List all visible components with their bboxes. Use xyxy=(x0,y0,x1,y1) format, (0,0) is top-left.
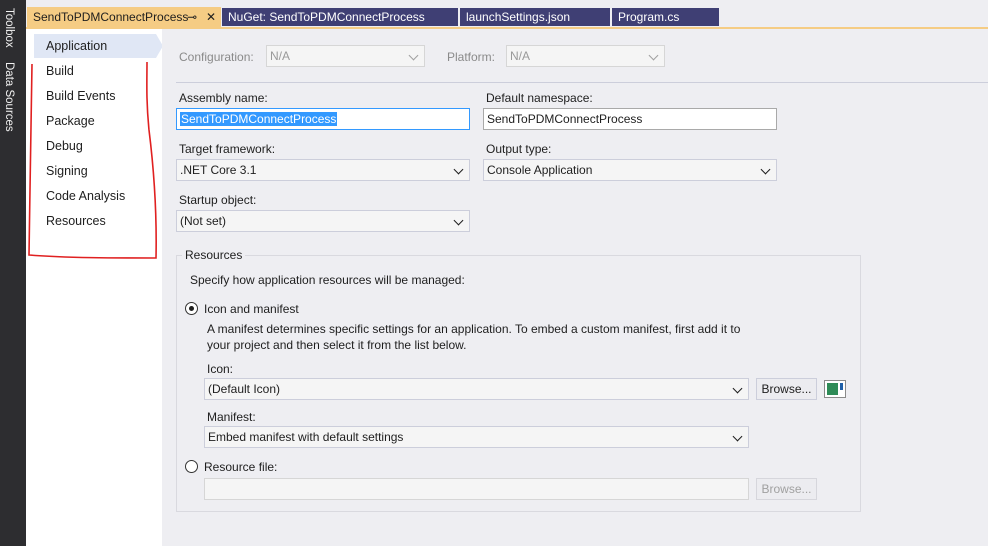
target-framework-dropdown[interactable]: .NET Core 3.1 xyxy=(176,159,470,181)
red-annotation-outline xyxy=(28,61,157,259)
assembly-name-value: SendToPDMConnectProcess xyxy=(180,112,338,126)
resources-intro: Specify how application resources will b… xyxy=(190,273,465,287)
platform-value: N/A xyxy=(510,49,531,63)
chevron-down-icon xyxy=(453,160,465,180)
resource-file-label[interactable]: Resource file: xyxy=(204,460,277,474)
default-namespace-input[interactable]: SendToPDMConnectProcess xyxy=(483,108,777,130)
default-namespace-value: SendToPDMConnectProcess xyxy=(487,112,643,126)
startup-object-label: Startup object: xyxy=(179,193,257,207)
tab-label: SendToPDMConnectProcess xyxy=(33,10,189,24)
chevron-down-icon xyxy=(648,46,660,66)
target-framework-value: .NET Core 3.1 xyxy=(180,163,257,177)
startup-object-value: (Not set) xyxy=(180,214,227,228)
output-type-value: Console Application xyxy=(487,163,593,177)
assembly-name-input[interactable]: SendToPDMConnectProcess xyxy=(176,108,470,130)
nav-item-application[interactable]: Application xyxy=(46,35,107,57)
platform-dropdown: N/A xyxy=(506,45,665,67)
icon-preview-icon xyxy=(824,380,846,398)
close-icon[interactable]: ✕ xyxy=(206,7,216,27)
resource-file-input xyxy=(204,478,749,500)
data-sources-tab[interactable]: Data Sources xyxy=(3,62,15,132)
tool-window-strip: Toolbox Data Sources xyxy=(0,0,26,546)
manifest-dropdown[interactable]: Embed manifest with default settings xyxy=(204,426,749,448)
manifest-description-line-1: A manifest determines specific settings … xyxy=(207,322,741,336)
assembly-name-label: Assembly name: xyxy=(179,91,268,105)
tab-label: NuGet: SendToPDMConnectProcess xyxy=(228,10,425,24)
resource-file-radio[interactable] xyxy=(185,460,198,473)
chevron-down-icon xyxy=(408,46,420,66)
icon-browse-button[interactable]: Browse... xyxy=(756,378,817,400)
icon-value: (Default Icon) xyxy=(208,382,281,396)
tab-program-cs[interactable]: Program.cs xyxy=(612,8,719,26)
manifest-description-line-2: your project and then select it from the… xyxy=(207,338,467,352)
icon-dropdown[interactable]: (Default Icon) xyxy=(204,378,749,400)
tab-launchsettings[interactable]: launchSettings.json xyxy=(460,8,610,26)
pin-icon[interactable]: ⊸ xyxy=(187,7,197,27)
chevron-down-icon xyxy=(732,379,744,399)
output-type-label: Output type: xyxy=(486,142,552,156)
configuration-value: N/A xyxy=(270,49,291,63)
icon-label: Icon: xyxy=(207,362,234,376)
icon-manifest-radio[interactable] xyxy=(185,302,198,315)
tab-nuget[interactable]: NuGet: SendToPDMConnectProcess xyxy=(222,8,458,26)
resources-group-label: Resources xyxy=(182,248,246,262)
config-divider xyxy=(176,82,988,83)
default-namespace-label: Default namespace: xyxy=(486,91,593,105)
icon-manifest-label[interactable]: Icon and manifest xyxy=(204,302,299,316)
startup-object-dropdown[interactable]: (Not set) xyxy=(176,210,470,232)
resource-file-browse-button: Browse... xyxy=(756,478,817,500)
tab-sendtopdmconnectprocess[interactable]: SendToPDMConnectProcess ⊸ ✕ xyxy=(27,7,221,27)
manifest-label: Manifest: xyxy=(207,410,256,424)
target-framework-label: Target framework: xyxy=(179,142,276,156)
chevron-down-icon xyxy=(732,427,744,447)
tab-label: launchSettings.json xyxy=(466,10,571,24)
tab-label: Program.cs xyxy=(618,10,680,24)
output-type-dropdown[interactable]: Console Application xyxy=(483,159,777,181)
platform-label: Platform: xyxy=(447,50,496,64)
configuration-dropdown: N/A xyxy=(266,45,425,67)
configuration-label: Configuration: xyxy=(179,50,254,64)
chevron-down-icon xyxy=(453,211,465,231)
manifest-value: Embed manifest with default settings xyxy=(208,430,404,444)
chevron-down-icon xyxy=(760,160,772,180)
toolbox-tab[interactable]: Toolbox xyxy=(3,8,15,48)
